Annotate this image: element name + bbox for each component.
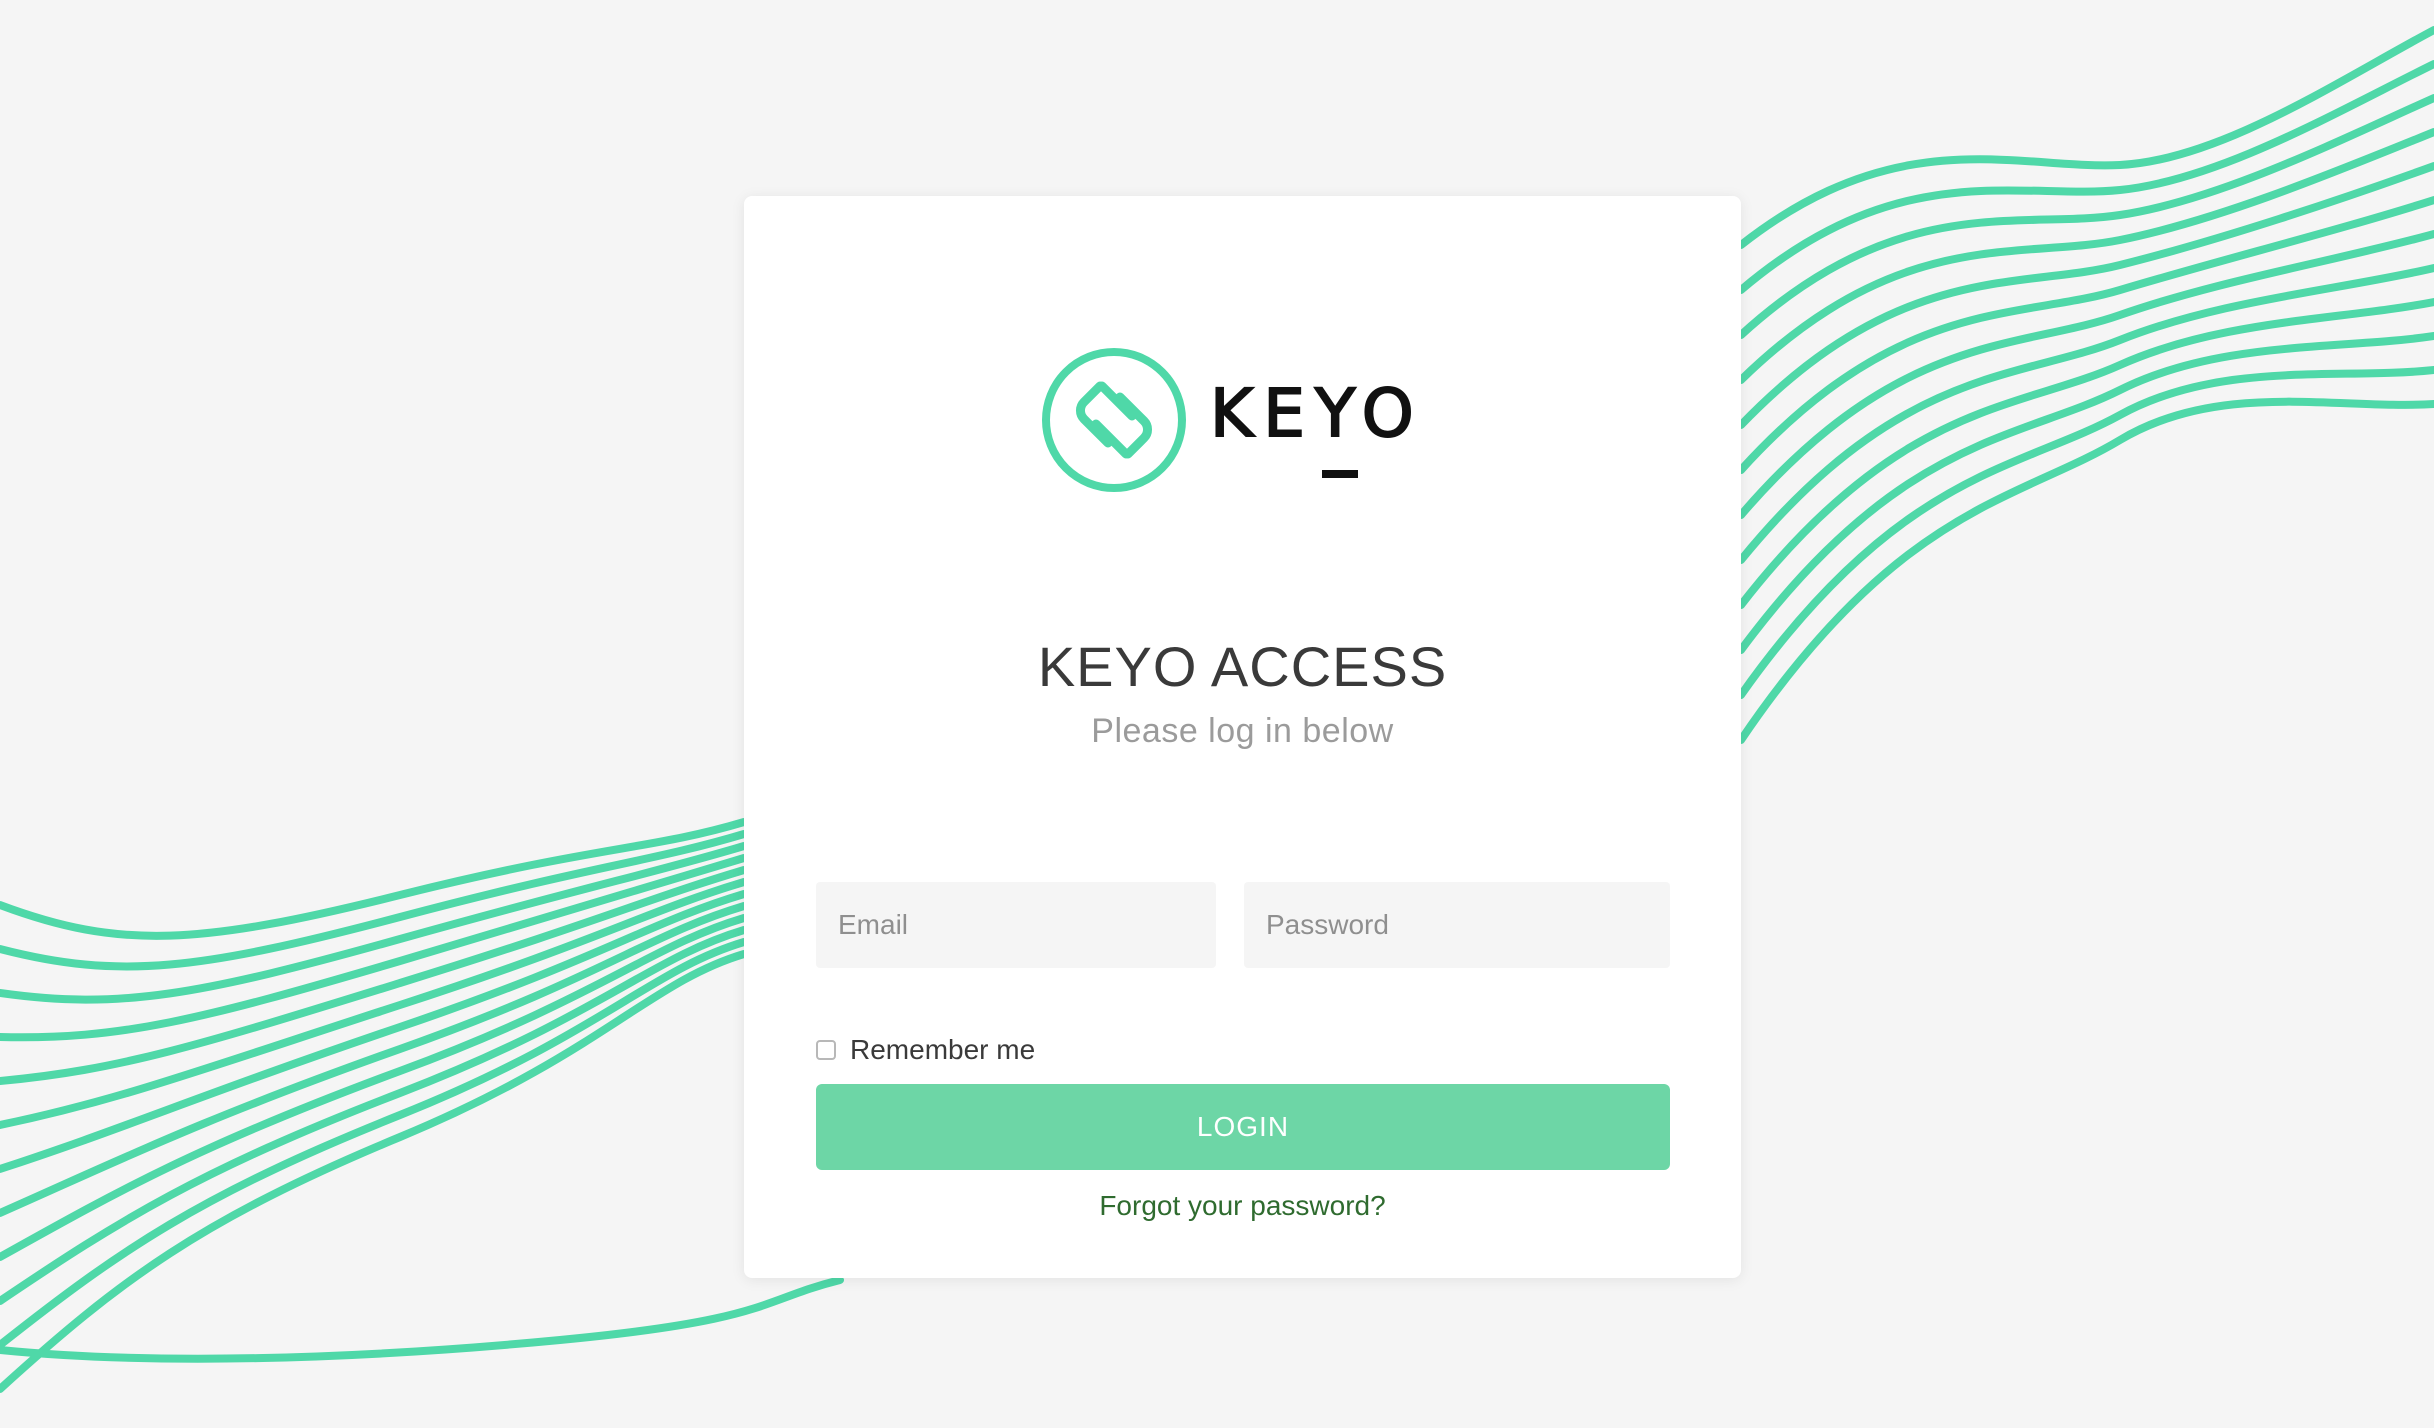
email-input[interactable]: [816, 882, 1216, 968]
forgot-password-link[interactable]: Forgot your password?: [744, 1190, 1741, 1222]
remember-me-checkbox[interactable]: [816, 1040, 836, 1060]
login-button[interactable]: LOGIN: [816, 1084, 1670, 1170]
remember-me-option[interactable]: Remember me: [816, 1030, 1035, 1070]
page-subtitle: Please log in below: [1091, 712, 1394, 750]
wave-line: [0, 926, 748, 1305]
login-button-label: LOGIN: [1196, 1111, 1290, 1142]
brand-logo: KEYO: [744, 346, 1741, 496]
login-page: KEYO KEYO ACCESS Please log in below Rem…: [0, 0, 2434, 1428]
keyo-logo-icon: [1042, 348, 1186, 492]
password-input[interactable]: [1244, 882, 1670, 968]
wave-line: [0, 1276, 844, 1363]
wave-line: [0, 878, 748, 1129]
brand-name: KEYO: [1209, 374, 1424, 453]
wordmark-underscore: [1322, 470, 1358, 478]
brand-wordmark: KEYO: [1209, 374, 1450, 484]
wave-line: [1737, 26, 2434, 249]
wave-line: [0, 950, 748, 1393]
remember-me-label: Remember me: [850, 1034, 1036, 1065]
page-title: KEYO ACCESS: [1037, 635, 1448, 698]
wave-line: [0, 902, 748, 1217]
login-card: KEYO KEYO ACCESS Please log in below Rem…: [744, 196, 1741, 1278]
forgot-password-label: Forgot your password?: [1099, 1190, 1386, 1221]
